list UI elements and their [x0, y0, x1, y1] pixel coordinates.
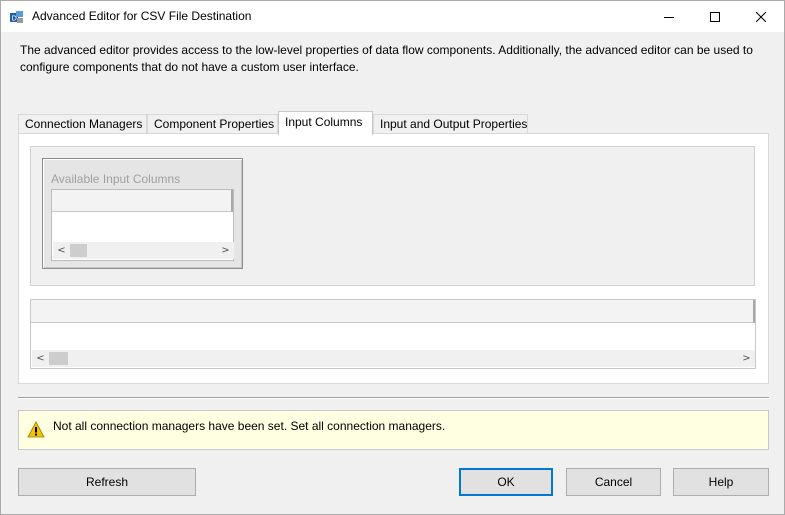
tab-input-columns[interactable]: Input Columns — [278, 111, 373, 135]
warning-message-bar: Not all connection managers have been se… — [18, 410, 769, 450]
scroll-thumb[interactable] — [49, 352, 68, 365]
input-column-grid[interactable]: < > — [30, 299, 756, 369]
divider — [18, 397, 769, 399]
window-title: Advanced Editor for CSV File Destination — [32, 9, 252, 23]
maximize-icon — [710, 11, 720, 22]
available-columns-header[interactable] — [52, 190, 233, 212]
scroll-right-icon[interactable]: > — [217, 242, 234, 259]
input-column-grid-header[interactable] — [31, 300, 755, 323]
ok-button[interactable]: OK — [459, 468, 553, 496]
tab-component-properties[interactable]: Component Properties — [147, 114, 278, 134]
scroll-thumb[interactable] — [70, 244, 87, 257]
scroll-left-icon[interactable]: < — [32, 350, 49, 367]
title-bar[interactable]: D Advanced Editor for CSV File Destinati… — [1, 1, 784, 32]
input-column-grid-scrollbar[interactable]: < > — [32, 350, 755, 367]
tab-connection-managers[interactable]: Connection Managers — [18, 114, 147, 134]
scroll-right-icon[interactable]: > — [738, 350, 755, 367]
available-input-columns-list[interactable]: < > — [51, 189, 234, 261]
minimize-button[interactable] — [646, 1, 692, 32]
minimize-icon — [664, 16, 674, 18]
advanced-editor-window: D Advanced Editor for CSV File Destinati… — [0, 0, 785, 515]
tab-input-output-properties[interactable]: Input and Output Properties — [373, 114, 528, 134]
available-input-columns-title: Available Input Columns — [51, 172, 181, 186]
maximize-button[interactable] — [692, 1, 738, 32]
warning-icon — [27, 421, 45, 438]
warning-text: Not all connection managers have been se… — [53, 419, 446, 433]
close-icon — [756, 11, 766, 22]
refresh-button[interactable]: Refresh — [18, 468, 196, 496]
ssis-destination-icon: D — [10, 11, 23, 23]
editor-description: The advanced editor provides access to t… — [20, 43, 753, 74]
close-button[interactable] — [738, 1, 784, 32]
cancel-button[interactable]: Cancel — [566, 468, 661, 496]
svg-text:D: D — [12, 15, 17, 23]
scroll-left-icon[interactable]: < — [53, 242, 70, 259]
help-button[interactable]: Help — [673, 468, 769, 496]
available-columns-scrollbar[interactable]: < > — [53, 242, 234, 259]
